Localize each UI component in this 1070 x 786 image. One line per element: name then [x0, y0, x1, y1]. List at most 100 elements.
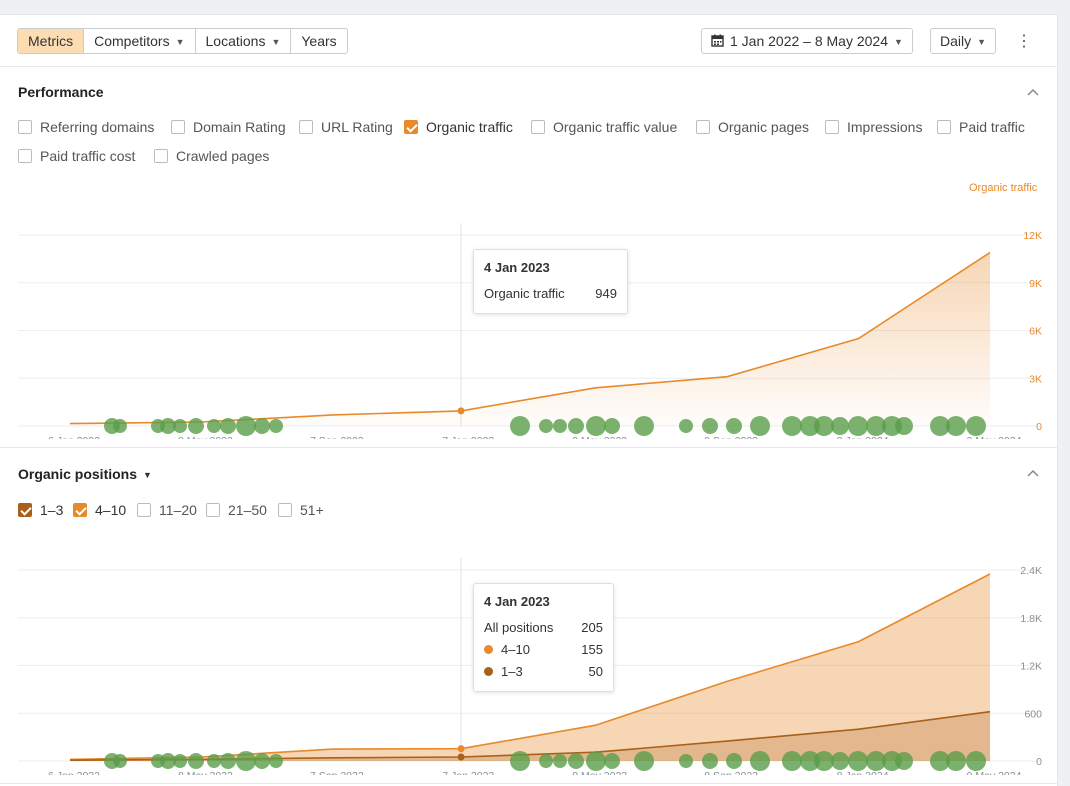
annotation-marker — [782, 751, 802, 771]
annotation-marker — [586, 416, 606, 436]
tab-metrics[interactable]: Metrics — [18, 29, 85, 53]
annotation-marker — [188, 753, 204, 769]
tab-label: Metrics — [28, 33, 74, 49]
metric-label: Impressions — [847, 119, 923, 135]
date-range-button[interactable]: 1 Jan 2022 – 8 May 2024 ▼ — [701, 28, 913, 54]
annotation-marker — [188, 418, 204, 434]
checkbox[interactable] — [18, 503, 32, 517]
series-dot — [484, 667, 493, 676]
tab-locations[interactable]: Locations ▼ — [196, 29, 292, 53]
filter-label: 51+ — [300, 502, 324, 518]
metric-organic-pages[interactable]: Organic pages — [696, 119, 809, 135]
checkbox[interactable] — [18, 149, 32, 163]
x-tick-label: 7 Jan 2023 — [442, 435, 494, 439]
annotation-marker — [966, 416, 986, 436]
filter-label: 21–50 — [228, 502, 267, 518]
positions-title-label: Organic positions — [18, 466, 138, 482]
annotation-marker — [848, 416, 868, 436]
checkbox[interactable] — [278, 503, 292, 517]
y-tick-label: 12K — [1023, 230, 1042, 242]
metric-label: Organic pages — [718, 119, 810, 135]
x-tick-label: 8 May 2022 — [178, 435, 233, 439]
tab-label: Competitors — [94, 33, 170, 49]
metric-crawled-pages[interactable]: Crawled pages — [154, 148, 269, 164]
annotation-marker — [236, 416, 256, 436]
y-tick-label: 6K — [1029, 326, 1042, 338]
organic-positions-title[interactable]: Organic positions ▼ — [18, 466, 152, 482]
x-tick-label: 9 May 2024 — [967, 770, 1022, 775]
filter-4-10[interactable]: 4–10 — [73, 502, 126, 518]
annotation-marker — [726, 753, 742, 769]
positions-tooltip: 4 Jan 2023 All positions 205 4–10 155 1–… — [473, 583, 614, 692]
kebab-menu-icon[interactable]: ⋮ — [1016, 33, 1032, 51]
x-tick-label: 6 Jan 2022 — [48, 435, 100, 439]
checkbox[interactable] — [404, 120, 418, 134]
x-tick-label: 7 Sep 2022 — [310, 770, 364, 775]
checkbox[interactable] — [137, 503, 151, 517]
y-tick-label: 1.2K — [1020, 661, 1042, 673]
annotation-marker — [831, 752, 849, 770]
annotation-marker — [634, 751, 654, 771]
filter-11-20[interactable]: 11–20 — [137, 502, 197, 518]
hover-point — [457, 407, 465, 415]
annotation-marker — [568, 753, 584, 769]
metric-referring-domains[interactable]: Referring domains — [18, 119, 154, 135]
metric-impressions[interactable]: Impressions — [825, 119, 922, 135]
chevron-down-icon: ▼ — [271, 37, 281, 47]
chevron-down-icon: ▼ — [977, 37, 987, 47]
x-tick-label: 8 Sep 2023 — [704, 435, 758, 439]
granularity-label: Daily — [940, 33, 972, 49]
tab-label: Locations — [205, 33, 266, 49]
checkbox[interactable] — [18, 120, 32, 134]
annotation-marker — [236, 751, 256, 771]
checkbox[interactable] — [206, 503, 220, 517]
chevron-up-icon[interactable] — [1027, 87, 1039, 99]
tooltip-row: 4–10 155 — [484, 639, 603, 661]
metric-url-rating[interactable]: URL Rating — [299, 119, 393, 135]
filter-top3[interactable]: 1–3 — [18, 502, 63, 518]
checkbox[interactable] — [154, 149, 168, 163]
tab-years[interactable]: Years — [291, 29, 346, 53]
filter-label: 4–10 — [95, 502, 127, 518]
metric-paid-traffic-cost[interactable]: Paid traffic cost — [18, 148, 135, 164]
metric-organic-traffic[interactable]: Organic traffic — [404, 119, 513, 135]
annotation-marker — [113, 419, 127, 433]
x-tick-label: 9 May 2023 — [572, 770, 627, 775]
granularity-select[interactable]: Daily ▼ — [930, 28, 997, 54]
chevron-up-icon[interactable] — [1027, 468, 1039, 480]
view-tabs: Metrics Competitors ▼ Locations ▼ Years — [17, 28, 348, 54]
metric-label: Crawled pages — [176, 148, 270, 164]
checkbox[interactable] — [825, 120, 839, 134]
filter-51plus[interactable]: 51+ — [278, 502, 324, 518]
tooltip-value: 205 — [581, 620, 603, 635]
checkbox[interactable] — [696, 120, 710, 134]
checkbox[interactable] — [937, 120, 951, 134]
x-tick-label: 8 Jan 2024 — [837, 770, 889, 775]
annotation-marker — [750, 416, 770, 436]
checkbox[interactable] — [171, 120, 185, 134]
y-tick-label: 9K — [1029, 278, 1042, 290]
y-tick-label: 2.4K — [1020, 565, 1042, 577]
checkbox[interactable] — [531, 120, 545, 134]
tooltip-row: Organic traffic 949 — [484, 283, 617, 305]
annotation-marker — [173, 419, 187, 433]
metric-paid-traffic[interactable]: Paid traffic — [937, 119, 1025, 135]
filter-21-50[interactable]: 21–50 — [206, 502, 267, 518]
x-tick-label: 8 Jan 2024 — [837, 435, 889, 439]
tooltip-date: 4 Jan 2023 — [484, 260, 550, 275]
metric-organic-traffic-value[interactable]: Organic traffic value — [531, 119, 677, 135]
tab-competitors[interactable]: Competitors ▼ — [84, 29, 196, 53]
annotation-marker — [634, 416, 654, 436]
tooltip-row: 1–3 50 — [484, 661, 603, 683]
calendar-icon — [711, 34, 724, 47]
metric-label: Organic traffic value — [553, 119, 678, 135]
annotation-marker — [604, 753, 620, 769]
metric-label: Paid traffic cost — [40, 148, 136, 164]
date-range-label: 1 Jan 2022 – 8 May 2024 — [730, 33, 889, 49]
y-tick-label: 600 — [1024, 708, 1042, 720]
metric-domain-rating[interactable]: Domain Rating — [171, 119, 286, 135]
checkbox[interactable] — [73, 503, 87, 517]
tooltip-label: 1–3 — [484, 661, 523, 683]
checkbox[interactable] — [299, 120, 313, 134]
organic-traffic-chart[interactable]: 0 3K 6K 9K 12K 6 Jan 2022 8 May 2022 7 Sep 2022… — [0, 203, 1058, 439]
